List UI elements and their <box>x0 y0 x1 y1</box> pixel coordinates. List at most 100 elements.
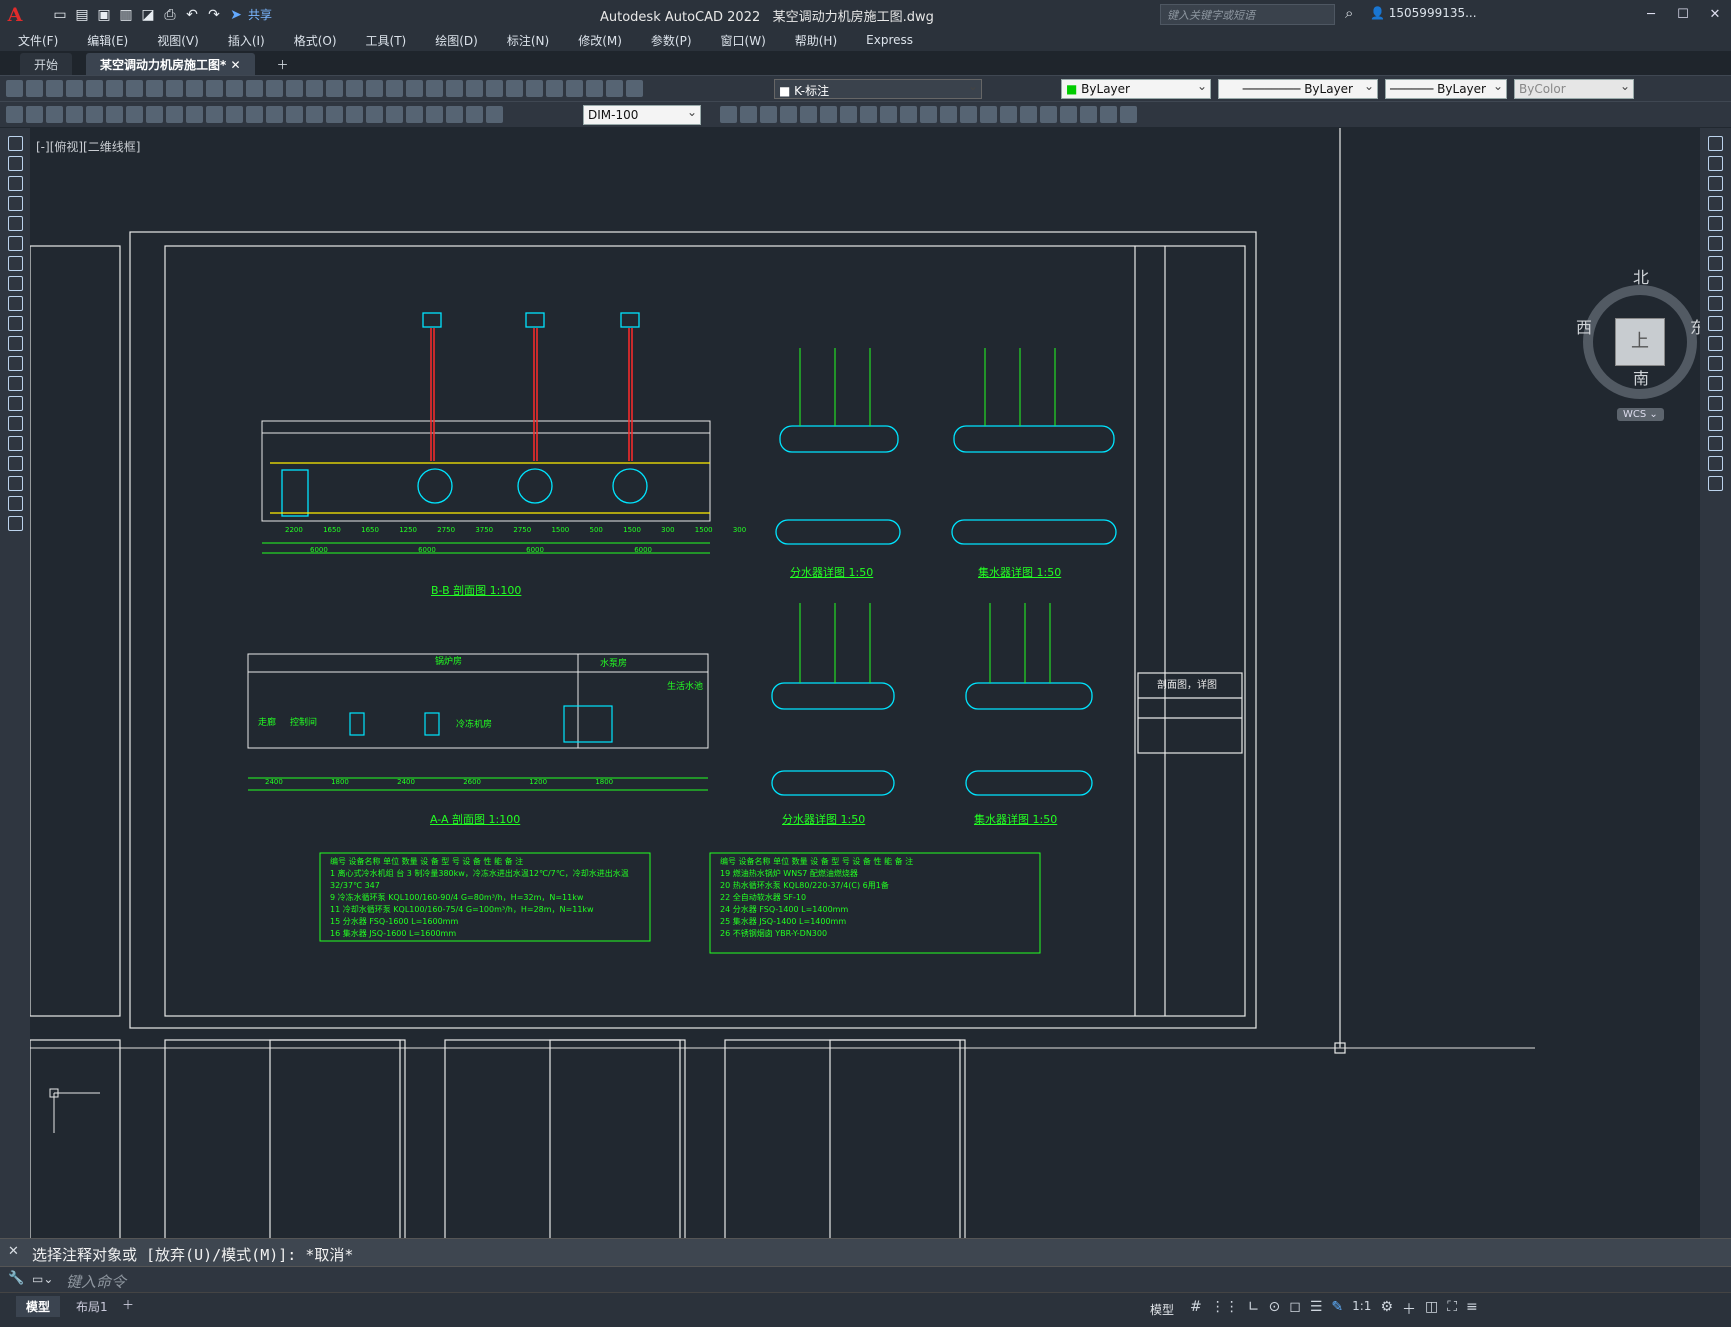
osnap-icon[interactable]: ◻ <box>1289 1299 1301 1319</box>
tab-layout1[interactable]: 布局1 <box>66 1296 118 1317</box>
add-icon[interactable]: ＋ <box>1402 1299 1416 1319</box>
grid-icon[interactable]: # <box>1190 1299 1202 1319</box>
line-icon[interactable] <box>7 136 23 151</box>
rotate-icon[interactable] <box>1708 256 1723 271</box>
minimize-icon[interactable]: ─ <box>1635 0 1667 29</box>
close-command-icon[interactable]: ✕ <box>8 1244 19 1259</box>
plot-icon[interactable]: ⎙ <box>160 7 180 23</box>
ortho-icon[interactable]: ∟ <box>1248 1299 1260 1319</box>
rectangle-icon[interactable] <box>7 216 23 231</box>
web-open-icon[interactable]: ◪ <box>138 7 158 23</box>
recent-commands-icon[interactable]: ▭⌄ <box>32 1272 53 1286</box>
scale-icon[interactable] <box>1708 276 1723 291</box>
user-account[interactable]: 👤 1505999135... <box>1370 6 1477 20</box>
search-icon[interactable]: ⌕ <box>1345 4 1353 22</box>
make-block-icon[interactable] <box>7 376 23 391</box>
share-icon[interactable]: ➤ <box>226 7 246 23</box>
menu-express[interactable]: Express <box>848 33 924 47</box>
close-icon[interactable]: ✕ <box>1699 0 1731 29</box>
saveas-icon[interactable]: ▥ <box>116 7 136 23</box>
annotation-scale-icon[interactable]: ✎ <box>1331 1299 1343 1319</box>
lineweight-select[interactable]: ────── ByLayer <box>1385 79 1507 99</box>
close-tab-icon[interactable]: ✕ <box>230 58 240 72</box>
polyline-icon[interactable] <box>7 176 23 191</box>
tab-drawing[interactable]: 某空调动力机房施工图* ✕ <box>86 53 255 75</box>
dimstyle-select[interactable]: DIM-100 <box>583 105 701 125</box>
break-point-icon[interactable] <box>1708 356 1723 371</box>
menu-insert[interactable]: 插入(I) <box>210 32 276 49</box>
redo-icon[interactable]: ↷ <box>204 7 224 23</box>
add-layout-icon[interactable]: ＋ <box>122 1296 134 1313</box>
fullscreen-icon[interactable]: ⛶ <box>1447 1299 1457 1319</box>
menu-parameters[interactable]: 参数(P) <box>633 32 703 49</box>
maximize-icon[interactable]: ☐ <box>1667 0 1699 29</box>
annotation-scale-value[interactable]: 1:1 <box>1352 1299 1371 1319</box>
layer-select[interactable]: ■ K-标注 <box>774 79 982 99</box>
spline-icon[interactable] <box>7 296 23 311</box>
region-icon[interactable] <box>7 456 23 471</box>
open-icon[interactable]: ▤ <box>72 7 92 23</box>
explode-icon[interactable] <box>1708 476 1723 491</box>
viewcube[interactable]: 北 南 东 西 上 WCS ⌄ <box>1554 268 1700 468</box>
wcs-menu[interactable]: WCS ⌄ <box>1617 408 1664 421</box>
break-icon[interactable] <box>1708 376 1723 391</box>
snap-icon[interactable]: ⋮⋮ <box>1211 1299 1239 1319</box>
drawing-canvas[interactable]: [-][俯视][二维线框] B-B 剖面图 1:100 A-A 剖面图 1:10… <box>30 128 1700 1238</box>
text-icon[interactable] <box>7 496 23 511</box>
erase-icon[interactable] <box>1708 136 1723 151</box>
autocad-logo[interactable]: A <box>0 0 30 29</box>
modify-tools[interactable] <box>720 106 1137 123</box>
menu-tools[interactable]: 工具(T) <box>348 32 418 49</box>
compass-north[interactable]: 北 <box>1633 264 1649 288</box>
lineweight-icon[interactable]: ☰ <box>1310 1299 1323 1319</box>
customize-icon[interactable]: 🔧 <box>8 1271 24 1286</box>
model-space-button[interactable]: 模型 <box>1150 1301 1174 1318</box>
chamfer-icon[interactable] <box>1708 416 1723 431</box>
settings-icon[interactable]: ⚙ <box>1380 1299 1393 1319</box>
mirror-icon[interactable] <box>1708 176 1723 191</box>
menu-modify[interactable]: 修改(M) <box>560 32 633 49</box>
search-input[interactable]: 键入关键字或短语 <box>1160 4 1335 25</box>
trim-icon[interactable] <box>1708 316 1723 331</box>
menu-format[interactable]: 格式(O) <box>276 32 348 49</box>
menu-draw[interactable]: 绘图(D) <box>417 32 489 49</box>
fillet-icon[interactable] <box>1708 436 1723 451</box>
menu-file[interactable]: 文件(F) <box>0 32 69 49</box>
menu-window[interactable]: 窗口(W) <box>703 32 777 49</box>
command-line[interactable]: 🔧 ▭⌄ 键入命令 <box>0 1266 1731 1292</box>
menu-view[interactable]: 视图(V) <box>139 32 210 49</box>
menu-edit[interactable]: 编辑(E) <box>69 32 139 49</box>
circle-icon[interactable] <box>7 256 23 271</box>
gradient-icon[interactable] <box>7 436 23 451</box>
standard-tools[interactable] <box>6 80 643 97</box>
arc-icon[interactable] <box>7 236 23 251</box>
construction-line-icon[interactable] <box>7 156 23 171</box>
ellipse-arc-icon[interactable] <box>7 336 23 351</box>
blend-icon[interactable] <box>1708 456 1723 471</box>
plotstyle-select[interactable]: ByColor <box>1514 79 1634 99</box>
compass-south[interactable]: 南 <box>1633 365 1649 389</box>
workspace-icon[interactable]: ◫ <box>1425 1299 1438 1319</box>
new-tab-icon[interactable]: ＋ <box>263 53 303 75</box>
linetype-select[interactable]: ──────── ByLayer <box>1218 79 1378 99</box>
undo-icon[interactable]: ↶ <box>182 7 202 23</box>
offset-icon[interactable] <box>1708 196 1723 211</box>
add-selected-icon[interactable] <box>7 516 23 531</box>
revcloud-icon[interactable] <box>7 276 23 291</box>
tab-start[interactable]: 开始 <box>20 53 73 75</box>
dimension-tools[interactable] <box>6 106 503 123</box>
share-label[interactable]: 共享 <box>248 6 272 23</box>
menu-help[interactable]: 帮助(H) <box>777 32 848 49</box>
hatch-icon[interactable] <box>7 416 23 431</box>
table-icon[interactable] <box>7 476 23 491</box>
point-icon[interactable] <box>7 396 23 411</box>
command-input[interactable]: 键入命令 <box>66 1271 126 1292</box>
ellipse-icon[interactable] <box>7 316 23 331</box>
menu-dimension[interactable]: 标注(N) <box>489 32 560 49</box>
move-icon[interactable] <box>1708 236 1723 251</box>
polygon-icon[interactable] <box>7 196 23 211</box>
extend-icon[interactable] <box>1708 336 1723 351</box>
insert-block-icon[interactable] <box>7 356 23 371</box>
compass-west[interactable]: 西 <box>1576 314 1592 338</box>
stretch-icon[interactable] <box>1708 296 1723 311</box>
